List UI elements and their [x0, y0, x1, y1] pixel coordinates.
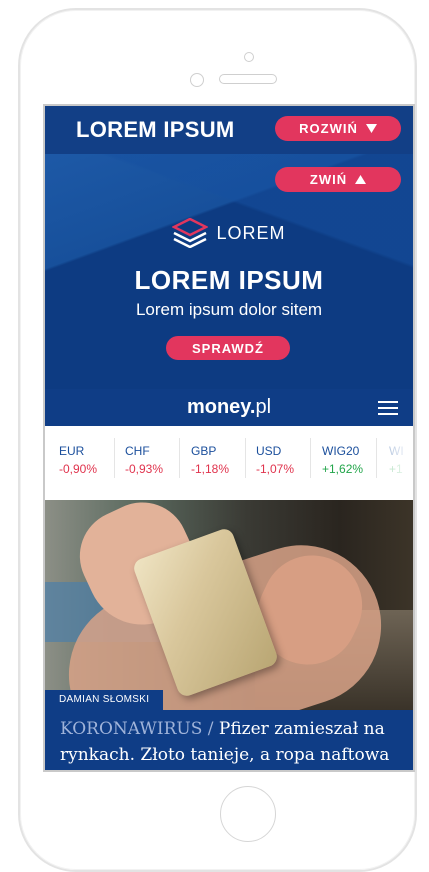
phone-screen: LOREM IPSUM ROZWIŃ ZWIŃ LOREM LOREM IPSU… — [43, 104, 415, 772]
ticker-value: -0,90% — [59, 462, 98, 476]
ticker-value: -1,07% — [256, 462, 295, 476]
expand-button[interactable]: ROZWIŃ — [275, 116, 401, 141]
currency-ticker[interactable]: EUR -0,90% CHF -0,93% GBP -1,18% USD -1,… — [45, 426, 413, 498]
ticker-item-eur[interactable]: EUR -0,90% — [59, 444, 121, 476]
ticker-value: +1,62% — [322, 462, 364, 476]
ticker-value: -1,18% — [191, 462, 230, 476]
ticker-name: USD — [256, 444, 282, 458]
ticker-name: WIG20 — [322, 444, 360, 458]
brand-main: money — [186, 396, 250, 418]
ticker-value: -0,93% — [125, 462, 164, 476]
check-cta-button[interactable]: SPRAWDŹ — [166, 336, 290, 360]
ticker-item-wig20[interactable]: WIG20 +1,62% — [322, 444, 384, 476]
ad-banner[interactable]: ZWIŃ LOREM LOREM IPSUM Lorem ipsum dolor… — [45, 154, 413, 389]
ticker-name: CHF — [125, 444, 150, 458]
expand-label: ROZWIŃ — [299, 121, 358, 136]
ticker-item-gbp[interactable]: GBP -1,18% — [191, 444, 253, 476]
brand-tld: pl — [255, 396, 272, 418]
triangle-up-icon — [355, 175, 367, 184]
earpiece-speaker — [219, 74, 277, 84]
banner-title: LOREM IPSUM — [134, 265, 324, 295]
home-button[interactable] — [220, 786, 276, 842]
article-caption[interactable]: DAMIAN SŁOMSKI KORONAWIRUS / Pfizer zami… — [45, 690, 413, 770]
ticker-divider — [376, 438, 377, 478]
collapse-button[interactable]: ZWIŃ — [275, 167, 401, 192]
ticker-item-usd[interactable]: USD -1,07% — [256, 444, 318, 476]
front-camera — [190, 73, 204, 87]
article-category[interactable]: KORONAWIRUS / — [60, 719, 213, 739]
ticker-name: GBP — [191, 444, 217, 458]
ticker-name: EUR — [59, 444, 85, 458]
layered-chevron-logo-icon — [172, 218, 209, 248]
ticker-divider — [179, 438, 180, 478]
banner-logo-text: LOREM — [216, 222, 286, 243]
article-photo[interactable] — [45, 500, 413, 710]
ad-top-title: LOREM IPSUM — [76, 117, 235, 142]
banner-subtitle: Lorem ipsum dolor sitem — [135, 300, 323, 319]
ticker-divider — [310, 438, 311, 478]
triangle-down-icon — [365, 124, 377, 133]
site-navbar: money.pl — [45, 389, 413, 426]
author-badge: DAMIAN SŁOMSKI — [45, 690, 164, 710]
ad-top-bar: LOREM IPSUM ROZWIŃ — [45, 106, 413, 154]
hamburger-menu-icon[interactable] — [378, 401, 398, 415]
ticker-item-chf[interactable]: CHF -0,93% — [125, 444, 187, 476]
ticker-divider — [114, 438, 115, 478]
money-pl-logo[interactable]: money.pl — [45, 396, 413, 419]
collapse-label: ZWIŃ — [309, 172, 348, 187]
sensor-dot — [244, 52, 254, 62]
ticker-divider — [245, 438, 246, 478]
article-headline[interactable]: KORONAWIRUS / Pfizer zamieszał na rynkac… — [60, 716, 405, 768]
banner-logo: LOREM — [45, 218, 413, 248]
ticker-fade — [385, 426, 413, 498]
